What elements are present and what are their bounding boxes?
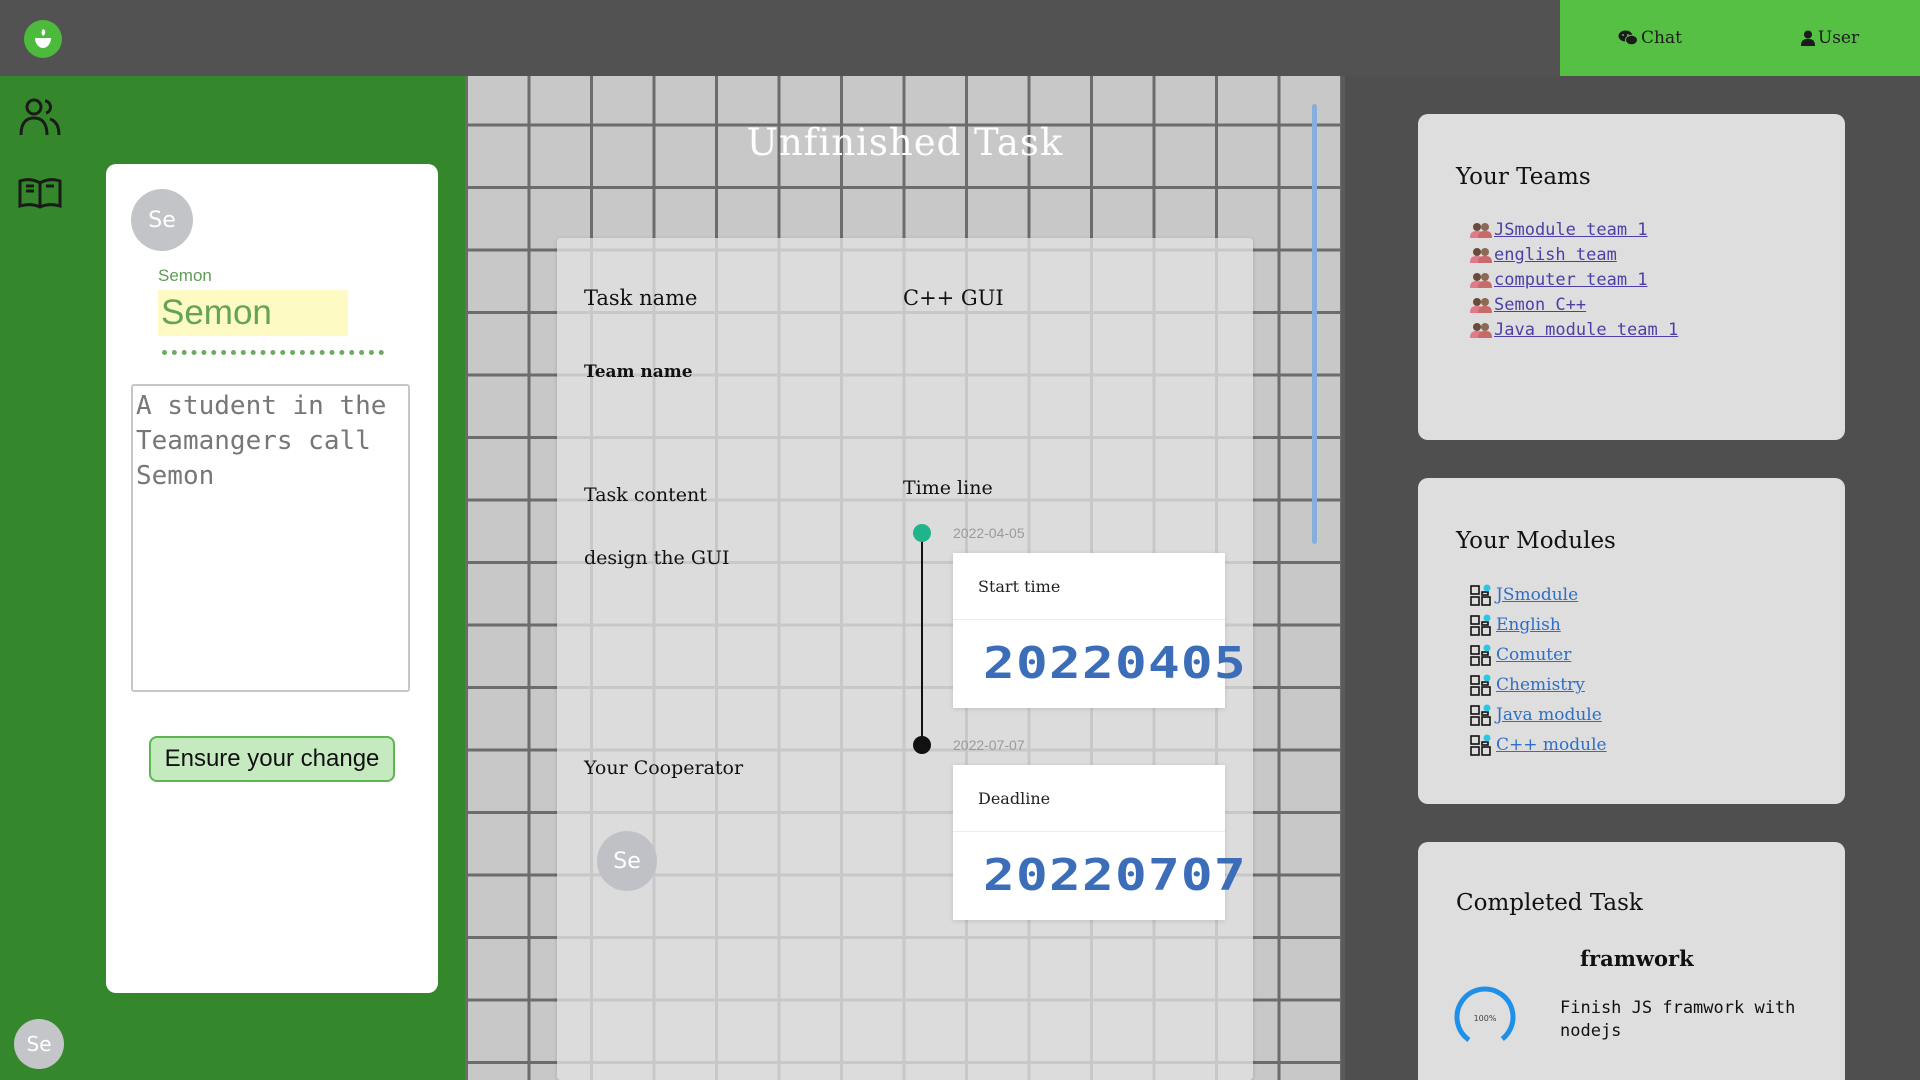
module-grid-icon xyxy=(1470,674,1491,696)
username-input[interactable] xyxy=(158,290,348,336)
team-link[interactable]: english team xyxy=(1494,245,1617,265)
team-link[interactable]: computer team 1 xyxy=(1494,270,1648,290)
list-item: Comuter xyxy=(1470,640,1607,670)
cooperator-avatar[interactable]: Se xyxy=(597,831,657,891)
chat-button[interactable]: Chat xyxy=(1560,0,1740,76)
team-link[interactable]: JSmodule team 1 xyxy=(1494,220,1648,240)
module-grid-icon xyxy=(1470,734,1491,756)
cooperator-label: Your Cooperator xyxy=(584,757,744,779)
task-name-value: C++ GUI xyxy=(903,286,1004,310)
page-title: Unfinished Task xyxy=(746,121,1064,164)
list-item: computer team 1 xyxy=(1470,267,1678,292)
chat-label: Chat xyxy=(1641,28,1682,48)
completed-task-description: Finish JS framwork with nodejs xyxy=(1560,998,1796,1041)
wechat-icon xyxy=(1618,30,1639,46)
module-grid-icon xyxy=(1470,584,1491,606)
username-label: Semon xyxy=(158,266,212,285)
user-label: User xyxy=(1817,28,1860,48)
completed-task-name: framwork xyxy=(1580,946,1694,971)
unfinished-task-area: Unfinished Task Task name C++ GUI Team n… xyxy=(465,76,1345,1080)
timeline-dot-start xyxy=(913,524,931,542)
cup-leaf-icon xyxy=(35,29,51,48)
team-people-icon xyxy=(1470,247,1492,263)
timeline-date: 2022-07-07 xyxy=(953,737,1025,753)
card-title: Deadline xyxy=(953,765,1225,832)
list-item: Java module xyxy=(1470,700,1607,730)
module-list: JSmodule English Comuter Chemistry Java … xyxy=(1470,580,1607,760)
list-item: C++ module xyxy=(1470,730,1607,760)
task-panel: Task name C++ GUI Team name Task content… xyxy=(557,238,1253,1080)
your-modules-panel: Your Modules JSmodule English Comuter Ch… xyxy=(1418,478,1845,804)
team-people-icon xyxy=(1470,272,1492,288)
your-teams-panel: Your Teams JSmodule team 1 english team … xyxy=(1418,114,1845,440)
team-people-icon xyxy=(1470,297,1492,313)
team-icon xyxy=(19,98,61,136)
module-link[interactable]: JSmodule xyxy=(1496,585,1578,605)
team-name-label: Team name xyxy=(584,362,693,382)
list-item: JSmodule xyxy=(1470,580,1607,610)
module-link[interactable]: Chemistry xyxy=(1496,675,1585,695)
book-icon xyxy=(18,178,62,209)
profile-card: Se Semon A student in the Teamangers cal… xyxy=(106,164,438,993)
module-grid-icon xyxy=(1470,614,1491,636)
top-nav: Chat User xyxy=(1560,0,1920,76)
panel-title: Your Teams xyxy=(1456,164,1591,190)
list-item: Semon C++ xyxy=(1470,292,1678,317)
module-grid-icon xyxy=(1470,644,1491,666)
team-link[interactable]: Java module team 1 xyxy=(1494,320,1678,340)
list-item: JSmodule team 1 xyxy=(1470,217,1678,242)
dotted-divider xyxy=(162,350,384,355)
deadline-card: Deadline 20220707 xyxy=(953,765,1246,920)
module-link[interactable]: English xyxy=(1496,615,1561,635)
timeline-date: 2022-04-05 xyxy=(953,525,1025,541)
card-value: 20220405 xyxy=(983,638,1247,689)
task-name-label: Task name xyxy=(584,286,698,310)
list-item: english team xyxy=(1470,242,1678,267)
module-grid-icon xyxy=(1470,704,1491,726)
bottom-user-avatar[interactable]: Se xyxy=(14,1019,64,1069)
timeline-line xyxy=(921,533,923,745)
panel-title: Completed Task xyxy=(1456,890,1643,916)
top-bar: Chat User xyxy=(0,0,1920,76)
list-item: Chemistry xyxy=(1470,670,1607,700)
module-nav-button[interactable] xyxy=(18,176,62,214)
team-nav-button[interactable] xyxy=(18,95,62,143)
completed-task-panel: Completed Task framwork 100% Finish JS f… xyxy=(1418,842,1845,1080)
module-link[interactable]: C++ module xyxy=(1496,735,1607,755)
bio-textarea[interactable]: A student in the Teamangers call Semon xyxy=(131,384,410,692)
app-logo[interactable] xyxy=(24,20,62,58)
card-title: Start time xyxy=(953,553,1225,620)
team-link[interactable]: Semon C++ xyxy=(1494,295,1586,315)
scrollbar[interactable] xyxy=(1312,104,1317,544)
task-content-value: design the GUI xyxy=(584,547,730,569)
list-item: Java module team 1 xyxy=(1470,317,1678,342)
module-link[interactable]: Comuter xyxy=(1496,645,1571,665)
team-people-icon xyxy=(1470,222,1492,238)
timeline-dot-deadline xyxy=(913,736,931,754)
task-content-label: Task content xyxy=(584,484,707,506)
ensure-change-button[interactable]: Ensure your change xyxy=(149,736,395,782)
list-item: English xyxy=(1470,610,1607,640)
module-link[interactable]: Java module xyxy=(1496,705,1602,725)
card-value: 20220707 xyxy=(983,850,1247,901)
team-people-icon xyxy=(1470,322,1492,338)
start-time-card: Start time 20220405 xyxy=(953,553,1246,708)
progress-dial: 100% xyxy=(1454,986,1516,1048)
user-icon xyxy=(1800,30,1815,46)
user-button[interactable]: User xyxy=(1740,0,1920,76)
team-list: JSmodule team 1 english team computer te… xyxy=(1470,217,1678,342)
panel-title: Your Modules xyxy=(1456,528,1616,554)
timeline-label: Time line xyxy=(903,477,993,499)
progress-label: 100% xyxy=(1474,1014,1497,1023)
profile-avatar: Se xyxy=(131,189,193,251)
